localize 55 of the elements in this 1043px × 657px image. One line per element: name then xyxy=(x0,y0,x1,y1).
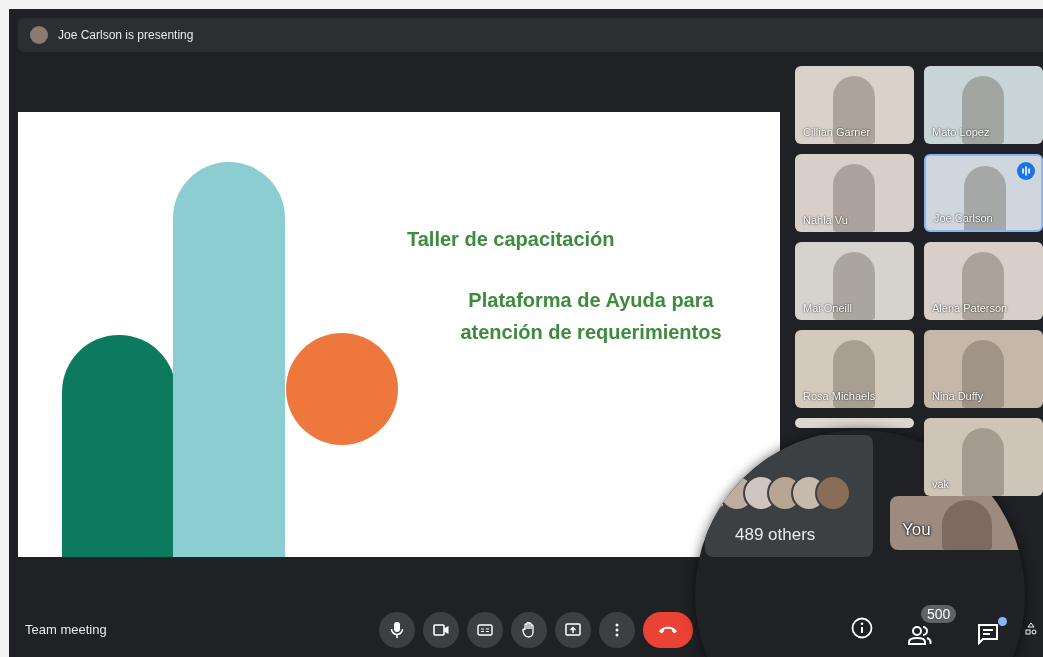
participant-name: Nina Duffy xyxy=(932,390,984,402)
leave-call-button[interactable] xyxy=(643,611,693,648)
person-silhouette xyxy=(833,340,875,408)
audio-level-icon xyxy=(1017,162,1035,180)
avatar-circle xyxy=(30,26,48,44)
people-button[interactable] xyxy=(908,625,932,645)
activities-icon[interactable] xyxy=(1025,622,1037,636)
chat-icon xyxy=(977,623,999,645)
video-camera-icon xyxy=(433,623,449,636)
participant-video[interactable]: Cillian Garner xyxy=(795,66,914,144)
person-silhouette xyxy=(962,76,1004,144)
chat-button[interactable] xyxy=(977,623,999,645)
more-options-icon xyxy=(615,622,619,637)
participant-video[interactable]: Rosa Michaels xyxy=(795,330,914,408)
participant-video[interactable]: Alena Paterson xyxy=(924,242,1043,320)
raised-hand-icon xyxy=(522,621,536,638)
participant-video[interactable]: vak xyxy=(924,418,1043,496)
present-screen-icon xyxy=(565,622,581,637)
hang-up-icon xyxy=(658,625,678,634)
participant-video[interactable]: Mai Oneill xyxy=(795,242,914,320)
microphone-toggle-button[interactable] xyxy=(379,611,415,648)
participant-name: Mato Lopez xyxy=(932,126,990,138)
participant-video[interactable]: Mato Lopez xyxy=(924,66,1043,144)
participant-name: Mai Oneill xyxy=(803,302,852,314)
meeting-info-button[interactable] xyxy=(851,617,873,639)
self-label: You xyxy=(902,520,931,540)
captions-icon xyxy=(477,623,493,636)
slide-title: Taller de capacitación xyxy=(407,228,615,251)
present-screen-button[interactable] xyxy=(555,611,591,648)
person-silhouette xyxy=(833,76,875,144)
participant-name: Rosa Michaels xyxy=(803,390,876,402)
people-icon xyxy=(908,625,932,645)
info-icon xyxy=(851,617,873,639)
others-count: 489 others xyxy=(735,525,816,545)
participant-count: 500 xyxy=(921,605,957,623)
person-silhouette xyxy=(962,428,1004,496)
participant-name: Cillian Garner xyxy=(803,126,871,138)
microphone-icon xyxy=(390,621,404,638)
person-silhouette xyxy=(942,500,992,550)
participant-video[interactable]: Nahla Vu xyxy=(795,154,914,232)
participant-name: Alena Paterson xyxy=(932,302,1008,314)
avatar-circle xyxy=(815,475,851,511)
participant-name: vak xyxy=(932,478,950,490)
slide-subtitle: Plataforma de Ayuda para atención de requerimientos xyxy=(459,288,723,345)
presenter-text: Joe Carlson is presenting xyxy=(58,28,194,42)
meeting-title: Team meeting xyxy=(25,622,107,637)
more-options-button[interactable] xyxy=(599,611,635,648)
raise-hand-button[interactable] xyxy=(511,611,547,648)
camera-toggle-button[interactable] xyxy=(423,611,459,648)
captions-button[interactable] xyxy=(467,611,503,648)
participant-name: Joe Carlson xyxy=(934,212,993,224)
participant-video[interactable]: Joe Carlson xyxy=(924,154,1043,232)
person-silhouette xyxy=(833,164,875,232)
participant-name: Nahla Vu xyxy=(803,214,848,226)
participant-video[interactable]: Nina Duffy xyxy=(924,330,1043,408)
